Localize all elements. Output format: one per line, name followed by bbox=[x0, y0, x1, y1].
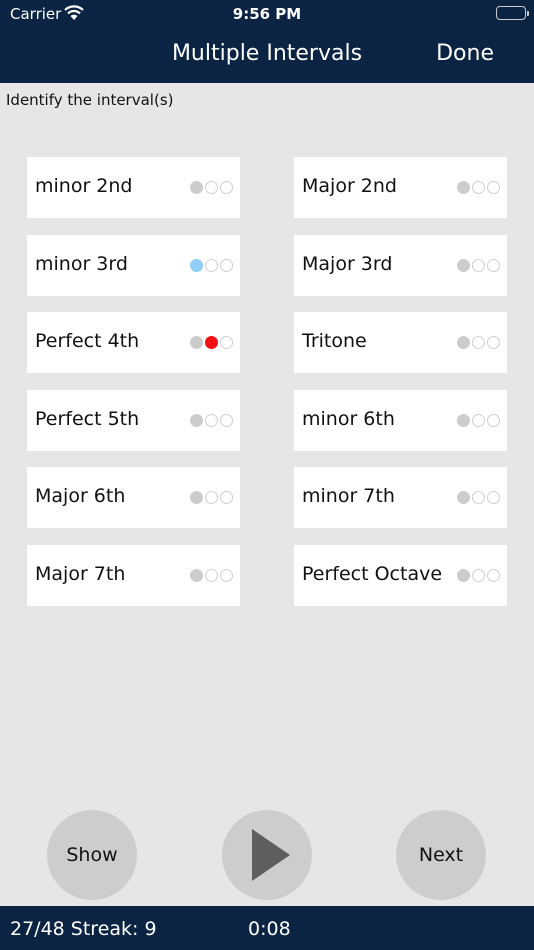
footer-bar: 27/48 Streak: 9 0:08 bbox=[0, 906, 534, 950]
attempt-indicator bbox=[190, 568, 233, 582]
attempt-indicator bbox=[190, 181, 233, 194]
interval-label: minor 7th bbox=[302, 485, 395, 507]
show-button[interactable]: Show bbox=[47, 810, 137, 900]
interval-label: Major 2nd bbox=[302, 175, 397, 197]
attempt-dot-empty bbox=[487, 491, 500, 504]
interval-option[interactable]: Major 3rd bbox=[294, 234, 507, 296]
attempt-indicator bbox=[457, 491, 500, 504]
attempt-indicator bbox=[190, 413, 233, 427]
attempt-indicator bbox=[190, 336, 233, 349]
interval-label: Major 6th bbox=[35, 485, 126, 507]
interval-label: Major 3rd bbox=[302, 252, 393, 275]
interval-option[interactable]: minor 6th bbox=[294, 389, 507, 451]
attempt-dot-empty bbox=[220, 336, 233, 349]
attempt-indicator bbox=[457, 181, 500, 194]
attempt-dot-gray bbox=[190, 568, 203, 582]
attempt-indicator bbox=[457, 568, 500, 582]
attempt-dot-empty bbox=[487, 181, 500, 194]
interval-option[interactable]: Perfect 5th bbox=[27, 389, 240, 451]
attempt-dot-blue bbox=[190, 258, 203, 272]
done-button[interactable]: Done bbox=[436, 41, 494, 66]
interval-option[interactable]: Perfect Octave bbox=[294, 544, 507, 606]
attempt-dot-empty bbox=[472, 491, 485, 504]
control-bar: Show Next bbox=[0, 810, 534, 900]
interval-option[interactable]: minor 7th bbox=[294, 467, 507, 528]
attempt-dot-empty bbox=[205, 491, 218, 504]
score-streak-label: 27/48 Streak: 9 bbox=[10, 918, 157, 940]
attempt-dot-empty bbox=[205, 181, 218, 194]
attempt-dot-empty bbox=[220, 181, 233, 194]
interval-label: Tritone bbox=[302, 330, 367, 352]
attempt-indicator bbox=[457, 413, 500, 427]
interval-label: minor 3rd bbox=[35, 252, 128, 275]
play-button[interactable] bbox=[222, 810, 312, 900]
attempt-dot-empty bbox=[472, 413, 485, 427]
interval-label: Perfect 5th bbox=[35, 407, 140, 430]
interval-label: minor 2nd bbox=[35, 175, 133, 197]
attempt-dot-gray bbox=[190, 336, 203, 349]
attempt-dot-empty bbox=[205, 413, 218, 427]
battery-full-icon bbox=[496, 6, 529, 20]
attempt-dot-empty bbox=[472, 181, 485, 194]
interval-option[interactable]: minor 3rd bbox=[27, 234, 240, 296]
attempt-dot-empty bbox=[220, 491, 233, 504]
attempt-dot-gray bbox=[190, 491, 203, 504]
attempt-dot-empty bbox=[487, 258, 500, 272]
interval-label: Perfect 4th bbox=[35, 330, 140, 352]
attempt-dot-gray bbox=[190, 181, 203, 194]
attempt-dot-empty bbox=[472, 258, 485, 272]
attempt-indicator bbox=[457, 336, 500, 349]
attempt-dot-empty bbox=[220, 258, 233, 272]
attempt-dot-empty bbox=[487, 568, 500, 582]
interval-option[interactable]: Tritone bbox=[294, 312, 507, 373]
navigation-bar: Multiple Intervals Done bbox=[0, 30, 534, 83]
interval-label: Major 7th bbox=[35, 562, 126, 585]
attempt-dot-empty bbox=[487, 336, 500, 349]
attempt-dot-empty bbox=[205, 568, 218, 582]
interval-option[interactable]: Major 6th bbox=[27, 467, 240, 528]
attempt-dot-empty bbox=[472, 336, 485, 349]
play-icon bbox=[252, 829, 290, 881]
attempt-dot-gray bbox=[457, 568, 470, 582]
timer-label: 0:08 bbox=[248, 918, 291, 940]
instruction-text: Identify the interval(s) bbox=[6, 91, 174, 109]
attempt-dot-gray bbox=[457, 336, 470, 349]
attempt-indicator bbox=[190, 491, 233, 504]
attempt-indicator bbox=[190, 258, 233, 272]
interval-label: minor 6th bbox=[302, 407, 395, 430]
status-bar: Carrier 9:56 PM bbox=[0, 0, 534, 30]
attempt-dot-gray bbox=[457, 181, 470, 194]
next-button[interactable]: Next bbox=[396, 810, 486, 900]
status-time: 9:56 PM bbox=[232, 5, 302, 23]
interval-option[interactable]: Perfect 4th bbox=[27, 312, 240, 373]
attempt-dot-empty bbox=[205, 258, 218, 272]
attempt-dot-red bbox=[205, 336, 218, 349]
attempt-dot-empty bbox=[472, 568, 485, 582]
interval-label: Perfect Octave bbox=[302, 562, 443, 585]
attempt-dot-gray bbox=[190, 413, 203, 427]
attempt-dot-empty bbox=[220, 568, 233, 582]
attempt-indicator bbox=[457, 258, 500, 272]
attempt-dot-gray bbox=[457, 258, 470, 272]
attempt-dot-empty bbox=[487, 413, 500, 427]
interval-option[interactable]: Major 7th bbox=[27, 544, 240, 606]
attempt-dot-gray bbox=[457, 413, 470, 427]
attempt-dot-gray bbox=[457, 491, 470, 504]
interval-option[interactable]: minor 2nd bbox=[27, 157, 240, 218]
interval-option[interactable]: Major 2nd bbox=[294, 157, 507, 218]
attempt-dot-empty bbox=[220, 413, 233, 427]
